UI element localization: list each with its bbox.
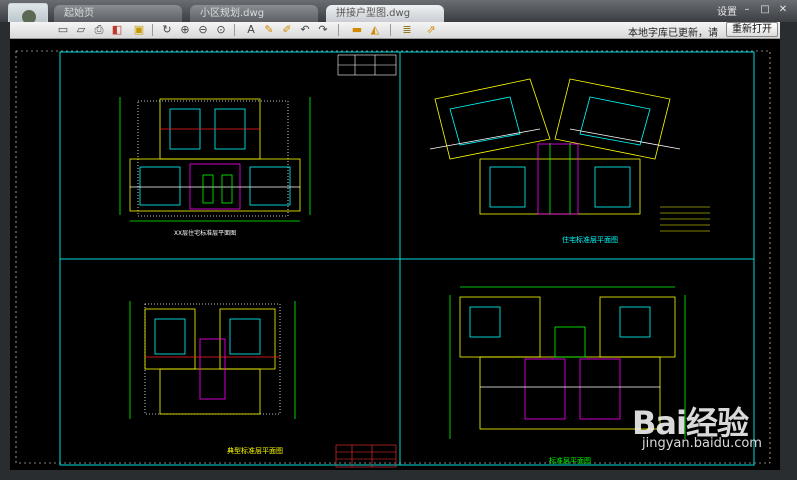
- layers-icon[interactable]: ≣: [400, 23, 414, 37]
- reopen-button[interactable]: 重新打开: [726, 22, 778, 37]
- left-frame: [0, 22, 10, 480]
- zoom-window-icon[interactable]: ⊙: [214, 23, 228, 37]
- notes-tr: [660, 206, 710, 232]
- toolbar-separator: [152, 24, 153, 36]
- title-block-bl: [335, 444, 397, 468]
- minimize-icon[interactable]: –: [740, 3, 754, 16]
- tab-joined-floorplan[interactable]: 拼接户型图.dwg: [326, 5, 444, 22]
- zoom-in-icon[interactable]: ⊕: [178, 23, 192, 37]
- settings-button[interactable]: 设置: [717, 3, 737, 18]
- pdf-icon[interactable]: ◧: [110, 23, 124, 37]
- caption-tl: XX层住宅标准层平面图: [174, 229, 236, 237]
- tab-label: 小区规划.dwg: [200, 8, 265, 19]
- floorplan-tr: [429, 78, 681, 215]
- settings-label: 设置: [717, 7, 737, 18]
- measure-icon[interactable]: ▬: [350, 23, 364, 37]
- toolbar-separator: [338, 24, 339, 36]
- toolbar-separator: [234, 24, 235, 36]
- maximize-icon[interactable]: □: [758, 3, 772, 16]
- pencil-icon[interactable]: ✎: [262, 23, 276, 37]
- toolbar: ▭ ▱ ⎙ ◧ ▣ ↻ ⊕ ⊖ ⊙ A ✎ ✐ ↶ ↷ ▬ ◭ ≣ ⇗ 本地字库…: [0, 22, 797, 39]
- font-library-notice: 本地字库已更新，请: [628, 28, 718, 39]
- redo-icon[interactable]: ↷: [316, 23, 330, 37]
- undo-icon[interactable]: ↶: [298, 23, 312, 37]
- tab-community-plan[interactable]: 小区规划.dwg: [190, 5, 318, 22]
- title-block-top: [337, 54, 397, 76]
- tab-label: 拼接户型图.dwg: [336, 8, 411, 19]
- area-icon[interactable]: ◭: [368, 23, 382, 37]
- tab-label: 起始页: [64, 8, 94, 19]
- zoom-out-icon[interactable]: ⊖: [196, 23, 210, 37]
- floorplan-bl: [129, 301, 296, 419]
- text-icon[interactable]: A: [244, 23, 258, 37]
- folder-icon[interactable]: ▱: [74, 23, 88, 37]
- print-icon[interactable]: ⎙: [92, 23, 106, 37]
- highlighter-icon[interactable]: ✐: [280, 23, 294, 37]
- watermark-url: jingyan.baidu.com: [642, 436, 762, 451]
- rotate-icon[interactable]: ↻: [160, 23, 174, 37]
- caption-br: 标准层平面图: [549, 456, 591, 465]
- lock-icon[interactable]: ▣: [132, 23, 146, 37]
- open-file-icon[interactable]: ▭: [56, 23, 70, 37]
- tab-start-page[interactable]: 起始页: [54, 5, 182, 22]
- right-frame: [780, 22, 797, 480]
- export-icon[interactable]: ⇗: [424, 23, 438, 37]
- toolbar-separator: [390, 24, 391, 36]
- caption-tr: 住宅标准层平面图: [562, 235, 618, 244]
- close-icon[interactable]: ✕: [776, 3, 790, 16]
- floorplan-tl: [119, 97, 311, 222]
- bottom-frame: [0, 470, 797, 480]
- caption-bl: 典型标准层平面图: [227, 446, 283, 455]
